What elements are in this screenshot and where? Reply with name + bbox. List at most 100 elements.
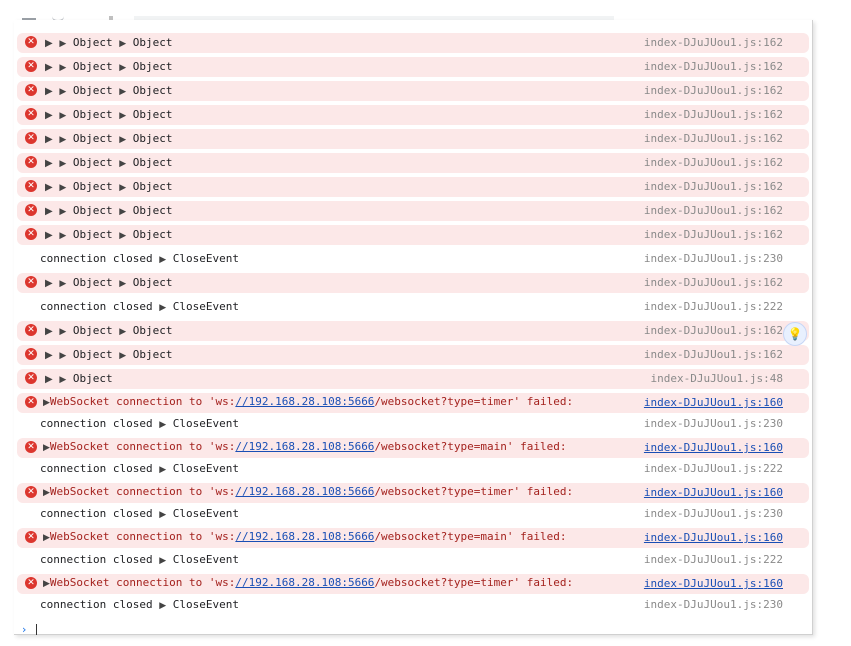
expand-triangle-icon[interactable]: ▶ bbox=[45, 86, 53, 97]
error-message-row[interactable]: ✕ ▶ ▶ Object ▶ Object index-DJuJUou1.js:16… bbox=[17, 33, 809, 53]
object-label[interactable]: Object bbox=[66, 180, 113, 193]
source-link[interactable]: index-DJuJUou1.js:222 bbox=[644, 299, 783, 315]
object-label[interactable]: Object bbox=[66, 204, 113, 217]
console-input-caret[interactable] bbox=[36, 624, 37, 635]
error-message-row[interactable]: ✕ ▶WebSocket connection to 'ws://192.168.… bbox=[17, 393, 809, 413]
ai-sparkle-icon[interactable]: 💡 bbox=[783, 322, 807, 346]
error-message-row[interactable]: ✕ ▶ ▶ Object ▶ Object index-DJuJUou1.js:16… bbox=[17, 81, 809, 101]
object-label[interactable]: Object bbox=[66, 348, 113, 361]
object-label[interactable]: Object bbox=[126, 276, 173, 289]
source-link[interactable]: index-DJuJUou1.js:230 bbox=[644, 251, 783, 267]
source-link[interactable]: index-DJuJUou1.js:160 bbox=[644, 440, 783, 456]
expand-triangle-icon[interactable]: ▶ bbox=[45, 110, 53, 121]
object-label[interactable]: Object bbox=[126, 84, 173, 97]
expand-triangle-icon[interactable]: ▶ bbox=[45, 278, 53, 289]
source-link[interactable]: index-DJuJUou1.js:48 bbox=[651, 371, 783, 387]
ws-host-link[interactable]: //192.168.28.108:5666 bbox=[235, 485, 374, 498]
source-link[interactable]: index-DJuJUou1.js:230 bbox=[644, 416, 783, 432]
source-link[interactable]: index-DJuJUou1.js:162 bbox=[644, 275, 783, 291]
error-message-row[interactable]: ✕ ▶WebSocket connection to 'ws://192.168.… bbox=[17, 574, 809, 594]
source-link[interactable]: index-DJuJUou1.js:222 bbox=[644, 461, 783, 477]
ws-host-link[interactable]: //192.168.28.108:5666 bbox=[235, 395, 374, 408]
source-link[interactable]: index-DJuJUou1.js:230 bbox=[644, 597, 783, 613]
object-label[interactable]: Object bbox=[66, 324, 113, 337]
source-link[interactable]: index-DJuJUou1.js:230 bbox=[644, 506, 783, 522]
expand-triangle-icon[interactable]: ▶ bbox=[45, 158, 53, 169]
expand-triangle-icon[interactable]: ▶ bbox=[45, 350, 53, 361]
expand-triangle-icon[interactable]: ▶ bbox=[45, 326, 53, 337]
close-event-label[interactable]: CloseEvent bbox=[166, 417, 239, 430]
object-label[interactable]: Object bbox=[66, 372, 113, 385]
log-message-row[interactable]: connection closed ▶ CloseEvent index-DJuJ… bbox=[17, 504, 809, 524]
expand-triangle-icon[interactable]: ▶ bbox=[45, 62, 53, 73]
ws-host-link[interactable]: //192.168.28.108:5666 bbox=[235, 530, 374, 543]
object-label[interactable]: Object bbox=[66, 156, 113, 169]
error-message-row[interactable]: ✕ ▶ ▶ Object ▶ Object index-DJuJUou1.js:16… bbox=[17, 321, 809, 341]
expand-triangle-icon[interactable]: ▶ bbox=[45, 182, 53, 193]
expand-triangle-icon[interactable]: ▶ bbox=[45, 230, 53, 241]
object-label[interactable]: Object bbox=[66, 84, 113, 97]
close-event-label[interactable]: CloseEvent bbox=[166, 462, 239, 475]
close-event-label[interactable]: CloseEvent bbox=[166, 507, 239, 520]
source-link[interactable]: index-DJuJUou1.js:160 bbox=[644, 395, 783, 411]
log-message-row[interactable]: connection closed ▶ CloseEvent index-DJuJ… bbox=[17, 550, 809, 570]
object-label[interactable]: Object bbox=[126, 348, 173, 361]
expand-triangle-icon[interactable]: ▶ bbox=[43, 488, 50, 498]
object-label[interactable]: Object bbox=[126, 324, 173, 337]
source-link[interactable]: index-DJuJUou1.js:162 bbox=[644, 323, 783, 339]
expand-triangle-icon[interactable]: ▶ bbox=[43, 443, 50, 453]
source-link[interactable]: index-DJuJUou1.js:162 bbox=[644, 107, 783, 123]
error-message-row[interactable]: ✕ ▶ ▶ Object ▶ Object index-DJuJUou1.js:16… bbox=[17, 273, 809, 293]
object-label[interactable]: Object bbox=[126, 228, 173, 241]
object-label[interactable]: Object bbox=[66, 132, 113, 145]
source-link[interactable]: index-DJuJUou1.js:162 bbox=[644, 227, 783, 243]
error-message-row[interactable]: ✕ ▶WebSocket connection to 'ws://192.168.… bbox=[17, 438, 809, 458]
expand-triangle-icon[interactable]: ▶ bbox=[43, 398, 50, 408]
expand-triangle-icon[interactable]: ▶ bbox=[45, 38, 53, 49]
close-event-label[interactable]: CloseEvent bbox=[166, 252, 239, 265]
object-label[interactable]: Object bbox=[126, 36, 173, 49]
object-label[interactable]: Object bbox=[126, 60, 173, 73]
ws-host-link[interactable]: //192.168.28.108:5666 bbox=[235, 576, 374, 589]
error-message-row[interactable]: ✕ ▶ ▶ Object ▶ Object index-DJuJUou1.js:16… bbox=[17, 177, 809, 197]
log-message-row[interactable]: connection closed ▶ CloseEvent index-DJuJ… bbox=[17, 595, 809, 615]
source-link[interactable]: index-DJuJUou1.js:162 bbox=[644, 155, 783, 171]
source-link[interactable]: index-DJuJUou1.js:162 bbox=[644, 203, 783, 219]
error-message-row[interactable]: ✕ ▶ ▶ Object ▶ Object index-DJuJUou1.js:16… bbox=[17, 153, 809, 173]
source-link[interactable]: index-DJuJUou1.js:160 bbox=[644, 576, 783, 592]
error-message-row[interactable]: ✕ ▶WebSocket connection to 'ws://192.168.… bbox=[17, 483, 809, 503]
close-event-label[interactable]: CloseEvent bbox=[166, 300, 239, 313]
object-label[interactable]: Object bbox=[66, 276, 113, 289]
source-link[interactable]: index-DJuJUou1.js:162 bbox=[644, 35, 783, 51]
object-label[interactable]: Object bbox=[126, 204, 173, 217]
object-label[interactable]: Object bbox=[66, 60, 113, 73]
object-label[interactable]: Object bbox=[66, 36, 113, 49]
error-message-row[interactable]: ✕ ▶ ▶ Object ▶ Object index-DJuJUou1.js:16… bbox=[17, 345, 809, 365]
source-link[interactable]: index-DJuJUou1.js:162 bbox=[644, 179, 783, 195]
log-message-row[interactable]: connection closed ▶ CloseEvent index-DJuJ… bbox=[17, 459, 809, 479]
object-label[interactable]: Object bbox=[126, 180, 173, 193]
error-message-row[interactable]: ✕ ▶ ▶ Object ▶ Object index-DJuJUou1.js:16… bbox=[17, 57, 809, 77]
error-message-row[interactable]: ✕ ▶ ▶ Object ▶ Object index-DJuJUou1.js:16… bbox=[17, 105, 809, 125]
object-label[interactable]: Object bbox=[126, 156, 173, 169]
error-message-row[interactable]: ✕ ▶ ▶ Object ▶ Object index-DJuJUou1.js:16… bbox=[17, 225, 809, 245]
source-link[interactable]: index-DJuJUou1.js:162 bbox=[644, 347, 783, 363]
object-label[interactable]: Object bbox=[66, 108, 113, 121]
expand-triangle-icon[interactable]: ▶ bbox=[45, 374, 53, 385]
ws-host-link[interactable]: //192.168.28.108:5666 bbox=[235, 440, 374, 453]
source-link[interactable]: index-DJuJUou1.js:162 bbox=[644, 83, 783, 99]
close-event-label[interactable]: CloseEvent bbox=[166, 553, 239, 566]
error-message-row[interactable]: ✕ ▶ ▶ Object ▶ Object index-DJuJUou1.js:16… bbox=[17, 129, 809, 149]
source-link[interactable]: index-DJuJUou1.js:222 bbox=[644, 552, 783, 568]
expand-triangle-icon[interactable]: ▶ bbox=[43, 533, 50, 543]
expand-triangle-icon[interactable]: ▶ bbox=[43, 579, 50, 589]
source-link[interactable]: index-DJuJUou1.js:162 bbox=[644, 131, 783, 147]
error-message-row[interactable]: ✕ ▶WebSocket connection to 'ws://192.168.… bbox=[17, 528, 809, 548]
expand-triangle-icon[interactable]: ▶ bbox=[45, 134, 53, 145]
object-label[interactable]: Object bbox=[126, 132, 173, 145]
source-link[interactable]: index-DJuJUou1.js:160 bbox=[644, 485, 783, 501]
log-message-row[interactable]: connection closed ▶ CloseEvent index-DJuJ… bbox=[17, 414, 809, 434]
source-link[interactable]: index-DJuJUou1.js:162 bbox=[644, 59, 783, 75]
log-message-row[interactable]: connection closed ▶ CloseEvent index-DJuJ… bbox=[17, 297, 809, 317]
close-event-label[interactable]: CloseEvent bbox=[166, 598, 239, 611]
